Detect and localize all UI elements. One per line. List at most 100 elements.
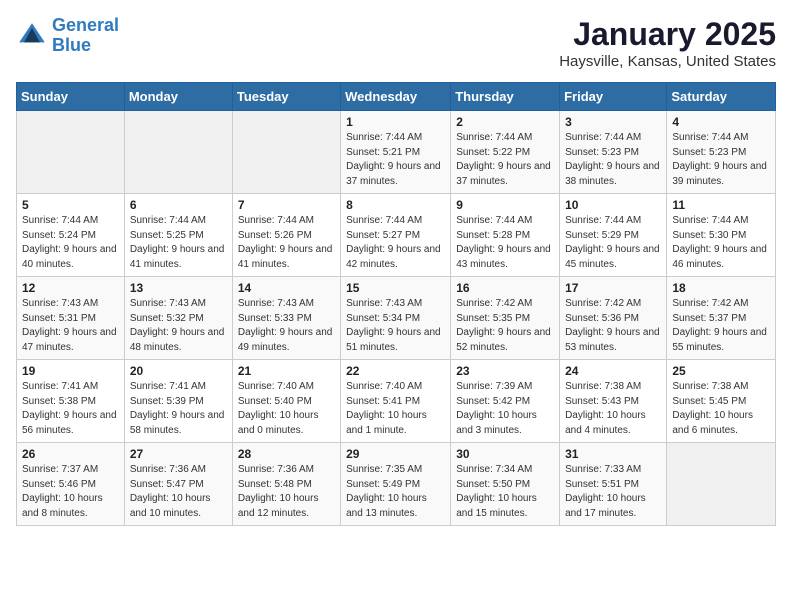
day-info: Sunrise: 7:43 AM Sunset: 5:31 PM Dayligh…	[22, 297, 119, 355]
day-info: Sunrise: 7:44 AM Sunset: 5:25 PM Dayligh…	[130, 214, 227, 272]
day-info: Sunrise: 7:43 AM Sunset: 5:32 PM Dayligh…	[130, 297, 227, 355]
calendar-cell: 7Sunrise: 7:44 AM Sunset: 5:26 PM Daylig…	[232, 194, 340, 277]
day-info: Sunrise: 7:42 AM Sunset: 5:35 PM Dayligh…	[456, 297, 554, 355]
calendar-cell: 4 Sunrise: 7:44 AM Sunset: 5:23 PM Daylig…	[667, 111, 776, 194]
day-info: Sunrise: 7:38 AM Sunset: 5:43 PM Dayligh…	[565, 380, 661, 438]
day-number: 21	[238, 364, 335, 378]
calendar-cell: 11 Sunrise: 7:44 AM Sunset: 5:30 PM Dayli…	[667, 194, 776, 277]
day-number: 19	[22, 364, 119, 378]
day-number: 13	[130, 281, 227, 295]
calendar-cell: 25 Sunrise: 7:38 AM Sunset: 5:45 PM Dayli…	[667, 360, 776, 443]
calendar-week-row: 26Sunrise: 7:37 AM Sunset: 5:46 PM Dayli…	[17, 443, 776, 526]
calendar-cell: 12Sunrise: 7:43 AM Sunset: 5:31 PM Dayli…	[17, 277, 125, 360]
day-number: 28	[238, 447, 335, 461]
calendar-title: January 2025	[559, 16, 776, 53]
day-info: Sunrise: 7:44 AM Sunset: 5:29 PM Dayligh…	[565, 214, 661, 272]
calendar-cell: 13 Sunrise: 7:43 AM Sunset: 5:32 PM Dayli…	[124, 277, 232, 360]
day-number: 3	[565, 115, 661, 129]
logo-blue: Blue	[52, 35, 91, 55]
calendar-week-row: 12Sunrise: 7:43 AM Sunset: 5:31 PM Dayli…	[17, 277, 776, 360]
weekday-header: Friday	[560, 83, 667, 111]
day-info: Sunrise: 7:44 AM Sunset: 5:30 PM Dayligh…	[672, 214, 770, 272]
calendar-cell: 22Sunrise: 7:40 AM Sunset: 5:41 PM Dayli…	[341, 360, 451, 443]
day-info: Sunrise: 7:33 AM Sunset: 5:51 PM Dayligh…	[565, 463, 661, 521]
calendar-cell: 5Sunrise: 7:44 AM Sunset: 5:24 PM Daylig…	[17, 194, 125, 277]
day-number: 24	[565, 364, 661, 378]
day-number: 18	[672, 281, 770, 295]
day-number: 29	[346, 447, 445, 461]
day-info: Sunrise: 7:36 AM Sunset: 5:48 PM Dayligh…	[238, 463, 335, 521]
day-info: Sunrise: 7:44 AM Sunset: 5:21 PM Dayligh…	[346, 131, 445, 189]
day-number: 4	[672, 115, 770, 129]
calendar-cell: 24 Sunrise: 7:38 AM Sunset: 5:43 PM Dayli…	[560, 360, 667, 443]
day-info: Sunrise: 7:42 AM Sunset: 5:37 PM Dayligh…	[672, 297, 770, 355]
day-number: 10	[565, 198, 661, 212]
day-info: Sunrise: 7:44 AM Sunset: 5:23 PM Dayligh…	[672, 131, 770, 189]
day-info: Sunrise: 7:42 AM Sunset: 5:36 PM Dayligh…	[565, 297, 661, 355]
day-number: 9	[456, 198, 554, 212]
day-info: Sunrise: 7:44 AM Sunset: 5:26 PM Dayligh…	[238, 214, 335, 272]
day-number: 8	[346, 198, 445, 212]
day-info: Sunrise: 7:44 AM Sunset: 5:27 PM Dayligh…	[346, 214, 445, 272]
weekday-header: Sunday	[17, 83, 125, 111]
day-number: 20	[130, 364, 227, 378]
calendar-cell: 3Sunrise: 7:44 AM Sunset: 5:23 PM Daylig…	[560, 111, 667, 194]
weekday-header: Monday	[124, 83, 232, 111]
day-number: 31	[565, 447, 661, 461]
calendar-cell: 8 Sunrise: 7:44 AM Sunset: 5:27 PM Daylig…	[341, 194, 451, 277]
calendar-cell: 6 Sunrise: 7:44 AM Sunset: 5:25 PM Daylig…	[124, 194, 232, 277]
logo-text: General Blue	[52, 16, 119, 56]
calendar-cell: 30Sunrise: 7:34 AM Sunset: 5:50 PM Dayli…	[451, 443, 560, 526]
calendar-cell: 17 Sunrise: 7:42 AM Sunset: 5:36 PM Dayli…	[560, 277, 667, 360]
day-info: Sunrise: 7:44 AM Sunset: 5:22 PM Dayligh…	[456, 131, 554, 189]
calendar-cell: 1 Sunrise: 7:44 AM Sunset: 5:21 PM Daylig…	[341, 111, 451, 194]
day-info: Sunrise: 7:34 AM Sunset: 5:50 PM Dayligh…	[456, 463, 554, 521]
day-number: 11	[672, 198, 770, 212]
day-info: Sunrise: 7:43 AM Sunset: 5:34 PM Dayligh…	[346, 297, 445, 355]
calendar-cell	[667, 443, 776, 526]
calendar-cell: 9 Sunrise: 7:44 AM Sunset: 5:28 PM Daylig…	[451, 194, 560, 277]
day-number: 1	[346, 115, 445, 129]
calendar-cell: 19 Sunrise: 7:41 AM Sunset: 5:38 PM Dayli…	[17, 360, 125, 443]
day-info: Sunrise: 7:40 AM Sunset: 5:40 PM Dayligh…	[238, 380, 335, 438]
day-info: Sunrise: 7:38 AM Sunset: 5:45 PM Dayligh…	[672, 380, 770, 438]
calendar-cell: 28 Sunrise: 7:36 AM Sunset: 5:48 PM Dayli…	[232, 443, 340, 526]
day-number: 16	[456, 281, 554, 295]
weekday-header: Saturday	[667, 83, 776, 111]
calendar-cell: 21 Sunrise: 7:40 AM Sunset: 5:40 PM Dayli…	[232, 360, 340, 443]
day-number: 25	[672, 364, 770, 378]
day-number: 23	[456, 364, 554, 378]
weekday-header: Wednesday	[341, 83, 451, 111]
logo-general: General	[52, 15, 119, 35]
calendar-cell: 2Sunrise: 7:44 AM Sunset: 5:22 PM Daylig…	[451, 111, 560, 194]
calendar-cell: 23 Sunrise: 7:39 AM Sunset: 5:42 PM Dayli…	[451, 360, 560, 443]
day-number: 15	[346, 281, 445, 295]
calendar-cell: 15 Sunrise: 7:43 AM Sunset: 5:34 PM Dayli…	[341, 277, 451, 360]
day-number: 22	[346, 364, 445, 378]
day-info: Sunrise: 7:44 AM Sunset: 5:28 PM Dayligh…	[456, 214, 554, 272]
calendar-cell: 26Sunrise: 7:37 AM Sunset: 5:46 PM Dayli…	[17, 443, 125, 526]
calendar-cell: 27Sunrise: 7:36 AM Sunset: 5:47 PM Dayli…	[124, 443, 232, 526]
weekday-header: Thursday	[451, 83, 560, 111]
title-block: January 2025 Haysville, Kansas, United S…	[559, 16, 776, 70]
day-number: 26	[22, 447, 119, 461]
calendar-cell	[124, 111, 232, 194]
day-number: 5	[22, 198, 119, 212]
calendar-week-row: 1 Sunrise: 7:44 AM Sunset: 5:21 PM Daylig…	[17, 111, 776, 194]
weekday-header-row: SundayMondayTuesdayWednesdayThursdayFrid…	[17, 83, 776, 111]
page-header: General Blue January 2025 Haysville, Kan…	[16, 16, 776, 70]
logo-icon	[16, 20, 48, 52]
day-number: 17	[565, 281, 661, 295]
calendar-cell	[232, 111, 340, 194]
day-number: 6	[130, 198, 227, 212]
day-number: 14	[238, 281, 335, 295]
weekday-header: Tuesday	[232, 83, 340, 111]
calendar-cell: 10 Sunrise: 7:44 AM Sunset: 5:29 PM Dayli…	[560, 194, 667, 277]
day-number: 27	[130, 447, 227, 461]
calendar-cell: 14Sunrise: 7:43 AM Sunset: 5:33 PM Dayli…	[232, 277, 340, 360]
calendar-week-row: 5Sunrise: 7:44 AM Sunset: 5:24 PM Daylig…	[17, 194, 776, 277]
day-info: Sunrise: 7:39 AM Sunset: 5:42 PM Dayligh…	[456, 380, 554, 438]
day-info: Sunrise: 7:41 AM Sunset: 5:38 PM Dayligh…	[22, 380, 119, 438]
calendar-cell: 29Sunrise: 7:35 AM Sunset: 5:49 PM Dayli…	[341, 443, 451, 526]
calendar-table: SundayMondayTuesdayWednesdayThursdayFrid…	[16, 82, 776, 526]
